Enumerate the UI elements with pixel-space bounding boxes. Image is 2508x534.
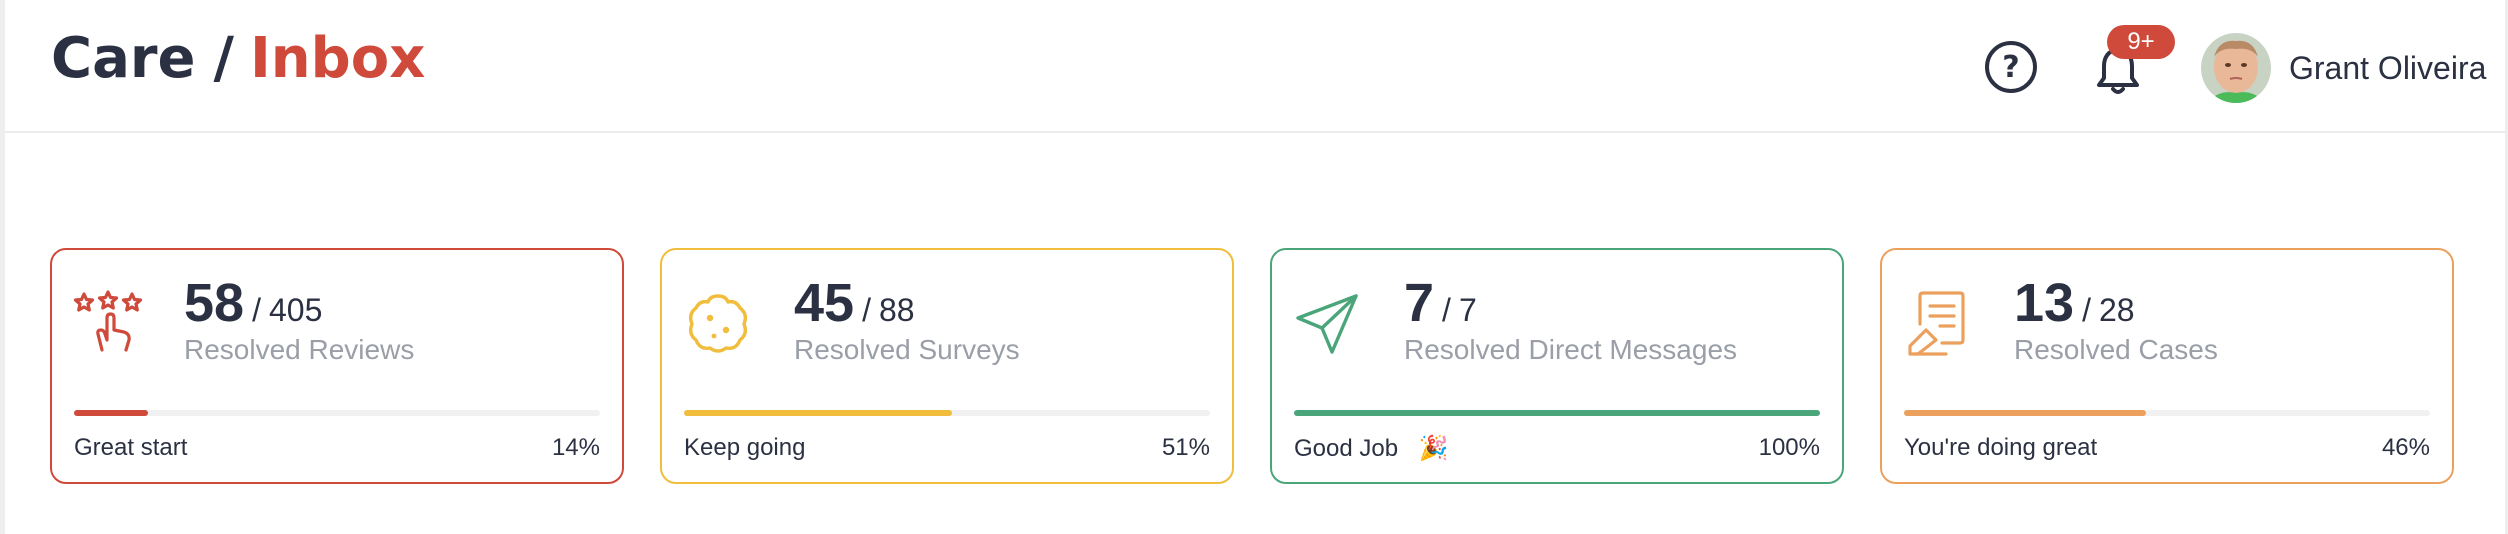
count-separator: / bbox=[252, 292, 261, 328]
cookie-icon bbox=[688, 294, 748, 353]
progress-fill bbox=[1294, 410, 1820, 416]
resolved-count: 13 bbox=[2014, 273, 2075, 333]
breadcrumb-root[interactable]: Care bbox=[51, 26, 195, 91]
card-resolved-direct-messages[interactable]: 7 / 7 Resolved Direct Messages Good Job … bbox=[1270, 248, 1844, 484]
total-count: 405 bbox=[268, 292, 323, 328]
progress-percent: 100% bbox=[1758, 434, 1820, 461]
breadcrumb-current: Inbox bbox=[249, 26, 426, 91]
progress-track bbox=[1904, 410, 2430, 416]
user-name[interactable]: Grant Oliveira bbox=[2289, 50, 2486, 87]
avatar[interactable] bbox=[2201, 33, 2271, 103]
progress-percent: 51% bbox=[1161, 434, 1210, 461]
progress-track bbox=[74, 410, 600, 416]
resolved-count: 7 bbox=[1404, 273, 1435, 333]
breadcrumb: Care / Inbox bbox=[51, 26, 425, 91]
summary-cards: 58 / 405 Resolved Reviews Great start 14… bbox=[50, 248, 2456, 484]
progress-track bbox=[1294, 410, 1820, 416]
count-line: 7 / 7 bbox=[1404, 272, 1477, 334]
card-label: Resolved Reviews bbox=[184, 334, 415, 365]
progress-message: Great start bbox=[74, 434, 188, 461]
card-resolved-cases[interactable]: 13 / 28 Resolved Cases You're doing grea… bbox=[1880, 248, 2454, 484]
progress-fill bbox=[74, 410, 148, 416]
breadcrumb-separator: / bbox=[213, 26, 234, 91]
star-rating-hand-icon bbox=[73, 290, 143, 352]
count-separator: / bbox=[2082, 292, 2091, 328]
resolved-count: 58 bbox=[184, 273, 245, 333]
progress-fill bbox=[1904, 410, 2146, 416]
count-line: 13 / 28 bbox=[2014, 272, 2135, 334]
resolved-count: 45 bbox=[794, 273, 855, 333]
progress-message: You're doing great bbox=[1904, 434, 2098, 461]
progress-message-line: Good Job 🎉 bbox=[1294, 434, 1449, 463]
paper-plane-icon bbox=[1296, 294, 1358, 354]
help-glyph: ? bbox=[2002, 49, 2020, 85]
progress-percent: 46% bbox=[2381, 434, 2430, 461]
progress-message: Keep going bbox=[684, 434, 806, 461]
count-line: 45 / 88 bbox=[794, 272, 915, 334]
count-separator: / bbox=[862, 292, 871, 328]
avatar-image bbox=[2201, 33, 2271, 103]
total-count: 28 bbox=[2098, 292, 2135, 328]
card-label: Resolved Direct Messages bbox=[1404, 334, 1738, 365]
total-count: 7 bbox=[1458, 292, 1477, 328]
count-line: 58 / 405 bbox=[184, 272, 322, 334]
progress-fill bbox=[684, 410, 953, 416]
progress-percent: 14% bbox=[551, 434, 600, 461]
count-separator: / bbox=[1442, 292, 1451, 328]
card-label: Resolved Surveys bbox=[794, 334, 1020, 365]
party-popper-icon: 🎉 bbox=[1418, 435, 1449, 462]
case-document-icon bbox=[1908, 291, 1965, 356]
progress-track bbox=[684, 410, 1210, 416]
progress-message: Good Job bbox=[1294, 435, 1399, 462]
total-count: 88 bbox=[878, 292, 915, 328]
notification-badge: 9+ bbox=[2107, 25, 2175, 59]
card-resolved-surveys[interactable]: 45 / 88 Resolved Surveys Keep going 51% bbox=[660, 248, 1234, 484]
card-resolved-reviews[interactable]: 58 / 405 Resolved Reviews Great start 14… bbox=[50, 248, 624, 484]
card-label: Resolved Cases bbox=[2014, 334, 2218, 365]
question-circle-icon[interactable]: ? bbox=[1985, 41, 2037, 93]
